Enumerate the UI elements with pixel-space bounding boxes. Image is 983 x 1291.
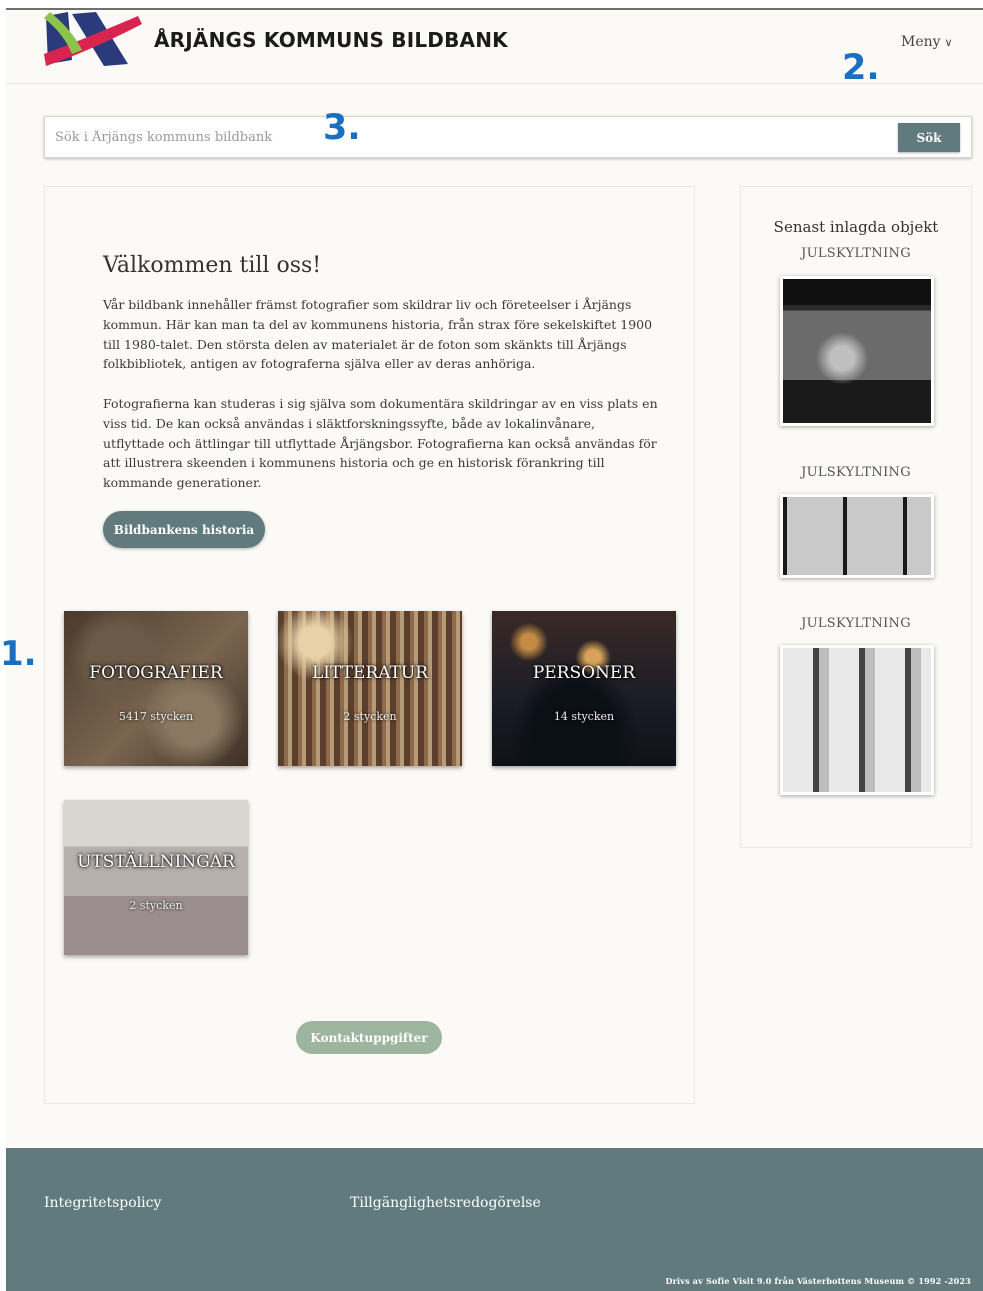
category-count: 5417 stycken: [118, 710, 194, 723]
menu-label: Meny: [901, 34, 941, 50]
main-panel: Välkommen till oss! Vår bildbank innehål…: [44, 186, 695, 1104]
category-title: FOTOGRAFIER: [89, 663, 223, 683]
category-count: 2 stycken: [343, 710, 397, 723]
category-tile-personer[interactable]: PERSONER 14 stycken: [492, 611, 676, 766]
category-tile-utstallningar[interactable]: UTSTÄLLNINGAR 2 stycken: [64, 800, 248, 955]
page: ÅRJÄNGS KOMMUNS BILDBANK Meny∨ 2. Sök 3.…: [6, 8, 983, 1291]
recent-object-image[interactable]: [780, 645, 934, 795]
search-button[interactable]: Sök: [898, 123, 960, 152]
menu-button[interactable]: Meny ∨: [901, 34, 953, 50]
history-button[interactable]: Bildbankens historia: [103, 511, 265, 548]
site-title[interactable]: ÅRJÄNGS KOMMUNS BILDBANK: [154, 28, 508, 52]
footer-credit: Drivs av Sofie Visit 9.0 från Västerbott…: [665, 1276, 971, 1286]
recent-object-label[interactable]: JULSKYLTNING: [741, 616, 971, 631]
chevron-down-icon: ∨: [944, 36, 953, 49]
intro-paragraph-1: Vår bildbank innehåller främst fotografi…: [103, 297, 653, 372]
recent-objects-sidebar: Senast inlagda objekt JULSKYLTNING JULSK…: [740, 186, 972, 848]
category-tile-fotografier[interactable]: FOTOGRAFIER 5417 stycken: [64, 611, 248, 766]
category-tile-litteratur[interactable]: LITTERATUR 2 stycken: [278, 611, 462, 766]
recent-object-image[interactable]: [780, 276, 934, 426]
privacy-link[interactable]: Integritetspolicy: [44, 1195, 161, 1211]
recent-object-label[interactable]: JULSKYLTNING: [741, 246, 971, 261]
annotation-marker-1: 1.: [0, 634, 37, 674]
site-header: ÅRJÄNGS KOMMUNS BILDBANK Meny ∨: [6, 10, 983, 84]
category-title: UTSTÄLLNINGAR: [77, 852, 235, 872]
annotation-marker-3: 3.: [323, 108, 361, 148]
thumbnail-image: [783, 279, 931, 423]
intro-paragraph-2: Fotografierna kan studeras i sig själva …: [103, 396, 658, 491]
category-title: PERSONER: [532, 663, 636, 683]
sidebar-title: Senast inlagda objekt: [773, 218, 939, 236]
recent-object-image[interactable]: [780, 494, 934, 578]
kommun-logo[interactable]: [42, 10, 142, 70]
thumbnail-image: [783, 648, 931, 792]
search-bar: Sök: [44, 116, 972, 158]
welcome-title: Välkommen till oss!: [103, 253, 322, 278]
search-input[interactable]: [45, 117, 885, 157]
recent-object-label[interactable]: JULSKYLTNING: [741, 465, 971, 480]
accessibility-link[interactable]: Tillgänglighetsredogörelse: [350, 1195, 541, 1211]
site-footer: Integritetspolicy Tillgänglighetsredogör…: [6, 1148, 983, 1291]
annotation-marker-2: 2.: [842, 48, 880, 88]
category-count: 14 stycken: [553, 710, 615, 723]
thumbnail-image: [783, 497, 931, 575]
contact-button[interactable]: Kontaktuppgifter: [296, 1021, 442, 1054]
category-count: 2 stycken: [129, 899, 183, 912]
category-title: LITTERATUR: [311, 663, 429, 683]
